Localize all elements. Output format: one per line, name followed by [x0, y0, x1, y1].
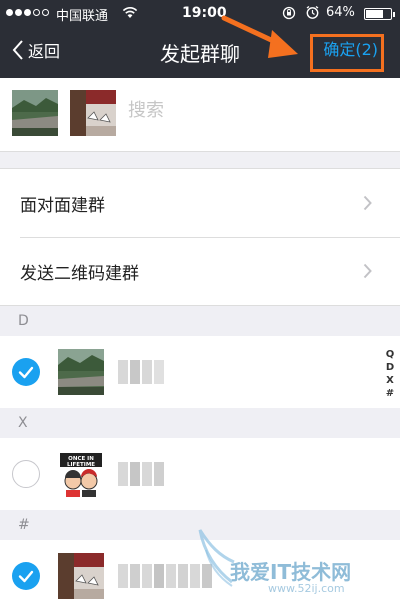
annotation-arrow-icon [221, 15, 298, 58]
search-input[interactable] [128, 100, 368, 121]
chevron-right-icon [363, 263, 372, 279]
avatar [58, 553, 104, 599]
battery-percentage: 64% [326, 5, 355, 20]
contact-row[interactable]: ONCE IN LIFETIME [0, 438, 400, 510]
section-header-x: X [0, 408, 400, 438]
selected-contact-thumbnail[interactable] [12, 90, 58, 136]
menu-item-label: 面对面建群 [20, 195, 105, 216]
checkbox-unchecked[interactable] [12, 460, 40, 488]
checkbox-checked[interactable] [12, 562, 40, 590]
index-letter[interactable]: Q [383, 348, 397, 361]
alphabet-index-bar[interactable]: Q D X # [383, 348, 397, 400]
watermark-url: www.52ij.com [268, 582, 345, 595]
signal-strength-icon [6, 9, 49, 16]
battery-icon [364, 8, 395, 20]
avatar: ONCE IN LIFETIME [58, 451, 104, 497]
contact-name-redacted [118, 462, 164, 486]
watermark-text: 我爱IT技术网 [230, 560, 352, 584]
svg-text:LIFETIME: LIFETIME [67, 462, 95, 468]
navigation-bar: 返回 发起群聊 确定(2) [0, 26, 400, 78]
index-letter[interactable]: X [383, 374, 397, 387]
qr-code-group-item[interactable]: 发送二维码建群 [0, 237, 400, 305]
face-to-face-group-item[interactable]: 面对面建群 [0, 169, 400, 237]
avatar [58, 349, 104, 395]
contact-name-redacted [118, 360, 164, 384]
chevron-right-icon [363, 195, 372, 211]
wifi-icon [122, 7, 138, 18]
search-bar [0, 78, 400, 152]
checkbox-checked[interactable] [12, 358, 40, 386]
selected-contact-thumbnail[interactable] [70, 90, 116, 136]
checkmark-icon [18, 570, 34, 583]
status-bar: 中国联通 19:00 64% [0, 0, 400, 26]
confirm-button[interactable]: 确定(2) [323, 36, 378, 60]
contact-row[interactable] [0, 336, 400, 408]
create-group-options: 面对面建群 发送二维码建群 [0, 168, 400, 306]
menu-item-label: 发送二维码建群 [20, 263, 139, 284]
carrier-name: 中国联通 [56, 9, 109, 24]
checkmark-icon [18, 366, 34, 379]
index-letter[interactable]: # [383, 387, 397, 400]
section-header-d: D [0, 306, 400, 336]
index-letter[interactable]: D [383, 361, 397, 374]
